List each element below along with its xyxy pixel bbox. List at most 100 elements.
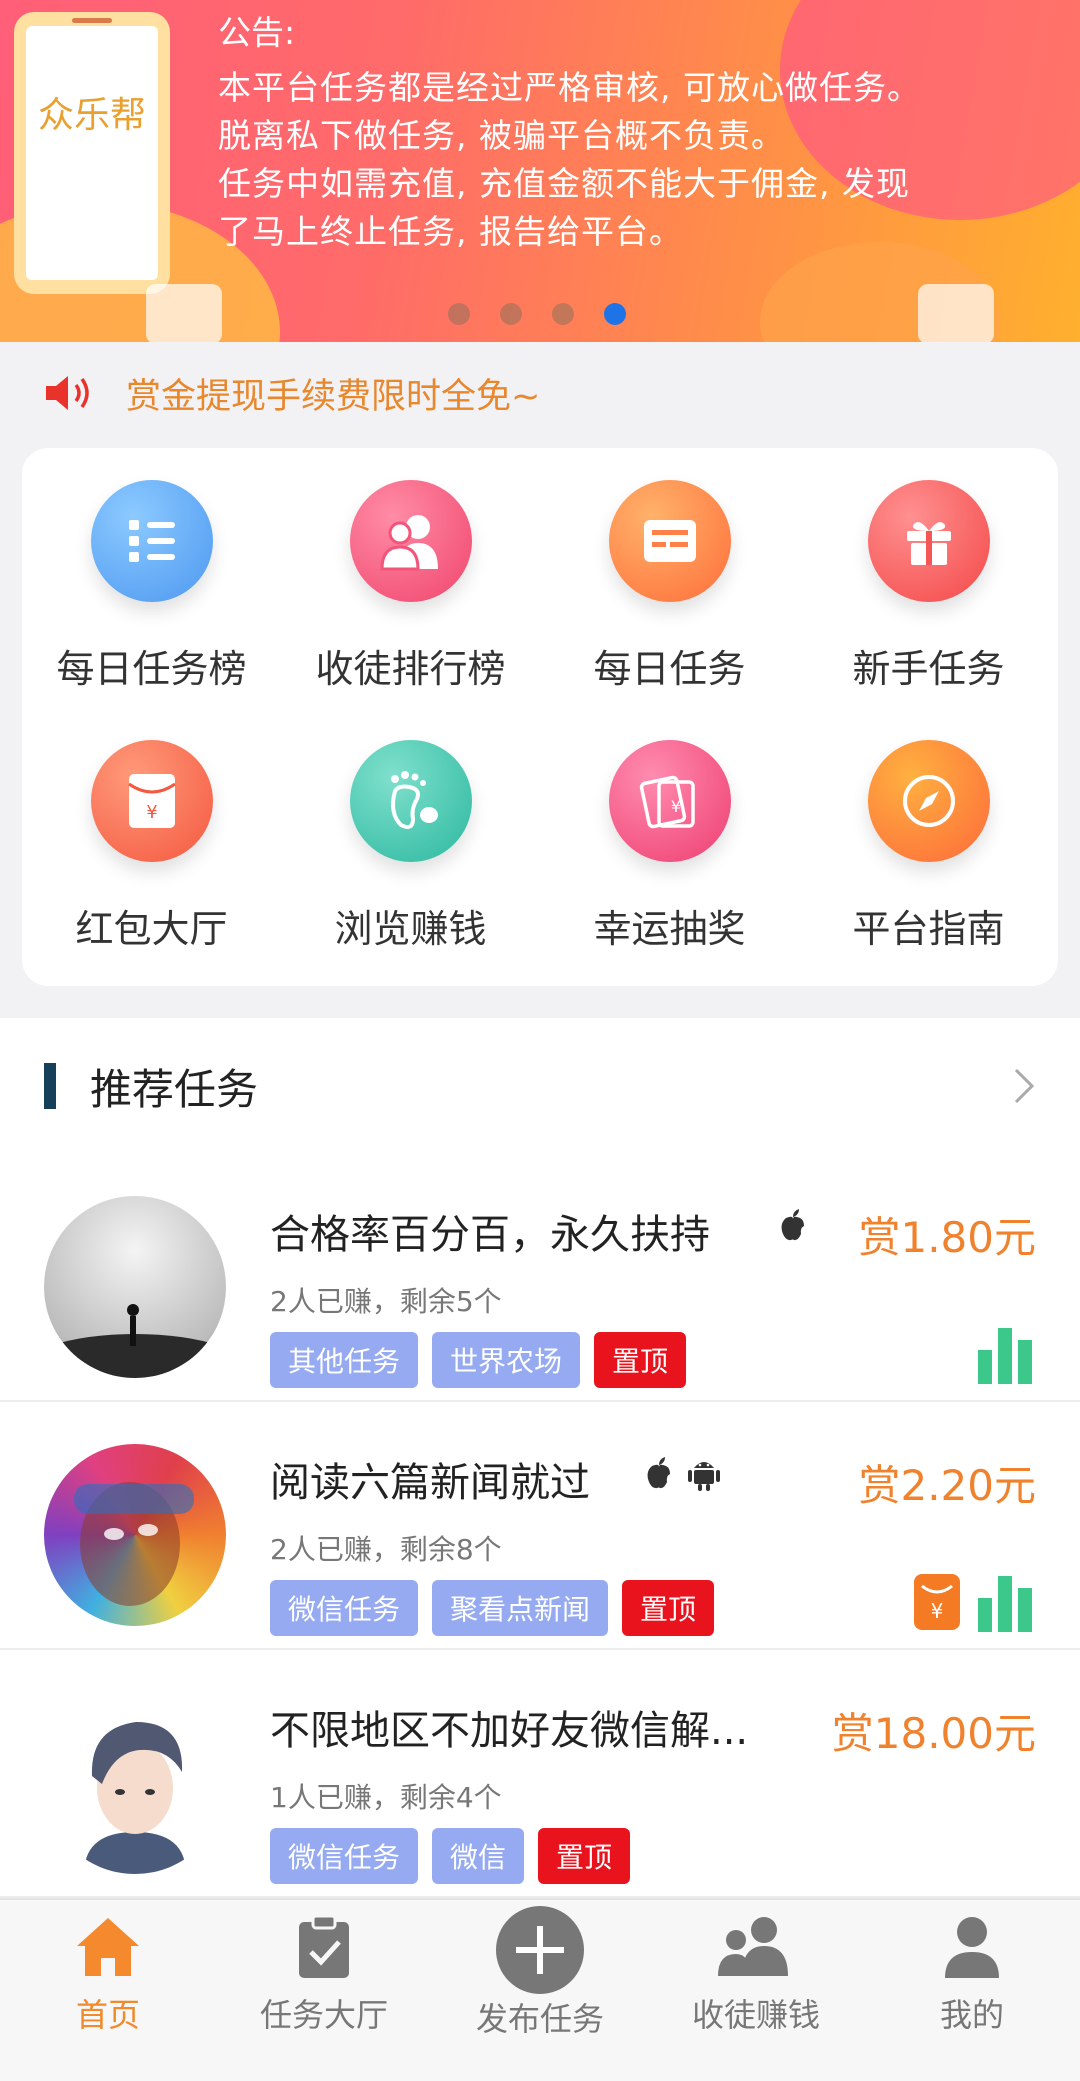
money-badge-icon: ¥ [914,1574,960,1630]
nav-label: 我的 [939,1996,1004,2034]
android-icon [688,1462,720,1491]
platform-icons [644,1456,720,1492]
nav-label: 首页 [75,1996,140,2034]
pinned-tag: 置顶 [594,1332,687,1388]
svg-text:¥: ¥ [146,802,157,823]
group-icon [718,1917,788,1976]
apple-icon [781,1209,804,1241]
nav-label: 发布任务 [475,2000,604,2038]
menu-item-apprentice-rank[interactable]: 收徒排行榜 [281,480,540,740]
svg-text:¥: ¥ [931,1599,944,1623]
carousel-dot[interactable] [448,303,470,325]
menu-item-daily-task-rank[interactable]: 每日任务榜 [22,480,281,740]
app-page: 众乐帮 公告: 本平台任务都是经过严格审核, 可放心做任务。 脱离私下做任务, … [0,0,1080,2081]
task-row[interactable]: 不限地区不加好友微信解... 赏18.00元 1人已赚，剩余4个 微信任务 微信… [0,1650,1080,1898]
notice-line: 任务中如需充值, 充值金额不能大于佣金, 发现 [218,164,910,203]
task-reward: 赏1.80元 [858,1213,1036,1262]
menu-item-red-envelope-hall[interactable]: ¥ 红包大厅 [22,740,281,1000]
person-icon [945,1917,999,1978]
menu-label: 每日任务 [593,647,746,691]
platform-icons [778,1208,808,1242]
category-tag: 聚看点新闻 [432,1580,609,1636]
clipboard-icon [299,1914,349,1978]
nav-label: 任务大厅 [259,1996,388,2034]
chevron-right-icon[interactable] [1004,1066,1044,1106]
task-badges: ¥ [912,1572,1036,1632]
menu-label: 平台指南 [852,907,1005,951]
bar-chart-icon [978,1576,1032,1632]
home-icon [77,1918,139,1976]
plus-circle-icon [496,1906,584,1994]
task-tags: 其他任务 世界农场 置顶 [270,1332,687,1388]
category-tag: 微信 [432,1828,525,1884]
task-avatar [44,1444,226,1626]
task-badges [976,1324,1036,1384]
notice-line: 本平台任务都是经过严格审核, 可放心做任务。 [218,68,921,107]
task-tags: 微信任务 聚看点新闻 置顶 [270,1580,715,1636]
notice-title: 公告: [218,13,296,52]
notice-banner[interactable]: 众乐帮 公告: 本平台任务都是经过严格审核, 可放心做任务。 脱离私下做任务, … [0,0,1080,342]
category-tag: 世界农场 [432,1332,581,1388]
menu-label: 红包大厅 [75,907,228,951]
carousel-dot-active[interactable] [604,303,626,325]
nav-label: 收徒赚钱 [691,1996,820,2034]
notice-text: 公告: 本平台任务都是经过严格审核, 可放心做任务。 脱离私下做任务, 被骗平台… [218,6,1068,256]
svg-text:¥: ¥ [670,797,680,816]
users-icon [349,480,472,602]
notice-line: 脱离私下做任务, 被骗平台概不负责。 [218,116,785,155]
nav-home[interactable]: 首页 [0,1900,216,2081]
menu-item-newbie-task[interactable]: 新手任务 [799,480,1058,740]
brand-logo-text: 众乐帮 [37,95,146,136]
task-progress: 2人已赚，剩余8个 [270,1533,502,1566]
task-avatar [44,1196,226,1378]
task-reward: 赏18.00元 [831,1709,1036,1758]
task-title: 阅读六篇新闻就过 [270,1460,590,1506]
task-avatar [44,1692,226,1874]
lottery-icon: ¥ [608,740,731,862]
carousel-dot[interactable] [552,303,574,325]
menu-item-browse-earn[interactable]: 浏览赚钱 [281,740,540,1000]
task-progress: 1人已赚，剩余4个 [270,1781,502,1814]
compass-icon [867,740,990,862]
menu-item-lucky-draw[interactable]: ¥ 幸运抽奖 [540,740,799,1000]
carousel-dots[interactable] [448,303,626,325]
nav-mine[interactable]: 我的 [864,1900,1080,2081]
notice-line: 了马上终止任务, 报告给平台。 [218,212,683,251]
nav-task-hall[interactable]: 任务大厅 [216,1900,432,2081]
nav-recruit-earn[interactable]: 收徒赚钱 [648,1900,864,2081]
apple-icon [647,1457,670,1489]
bar-chart-icon [978,1328,1032,1384]
category-tag: 其他任务 [270,1332,419,1388]
card-icon [608,480,731,602]
carousel-dot[interactable] [500,303,522,325]
menu-label: 新手任务 [852,647,1005,691]
gift-icon [867,480,990,602]
task-title: 合格率百分百，永久扶持 [270,1212,710,1258]
section-marker [44,1063,56,1109]
pinned-tag: 置顶 [622,1580,715,1636]
task-tags: 微信任务 微信 置顶 [270,1828,631,1884]
section-header[interactable]: 推荐任务 [0,1018,1080,1154]
task-title: 不限地区不加好友微信解... [270,1708,749,1754]
red-envelope-icon: ¥ [90,740,213,862]
menu-label: 每日任务榜 [56,647,247,691]
announcement-bar[interactable]: 赏金提现手续费限时全免~ [0,342,1080,444]
menu-item-platform-guide[interactable]: 平台指南 [799,740,1058,1000]
phone-illustration: 众乐帮 [14,12,170,294]
pinned-tag: 置顶 [538,1828,631,1884]
announcement-text: 赏金提现手续费限时全免~ [126,376,541,417]
footprint-icon [349,740,472,862]
task-row[interactable]: 阅读六篇新闻就过 赏2.20元 2人已赚，剩余8个 微信任务 聚看点新闻 置顶 … [0,1402,1080,1650]
recommended-section: 推荐任务 合格率百分百，永久扶持 赏1.80元 2人已赚，剩余5个 其他任务 世… [0,1018,1080,1898]
task-list-icon [90,480,213,602]
menu-label: 浏览赚钱 [334,907,487,951]
nav-publish-task[interactable]: 发布任务 [432,1900,648,2081]
bottom-nav: 首页 任务大厅 发布任务 收徒赚钱 我的 [0,1898,1080,2081]
section-title: 推荐任务 [90,1064,259,1114]
speaker-icon [46,376,89,410]
menu-label: 收徒排行榜 [315,647,506,691]
menu-item-daily-task[interactable]: 每日任务 [540,480,799,740]
menu-label: 幸运抽奖 [593,907,746,951]
task-row[interactable]: 合格率百分百，永久扶持 赏1.80元 2人已赚，剩余5个 其他任务 世界农场 置… [0,1154,1080,1402]
category-tag: 微信任务 [270,1828,419,1884]
